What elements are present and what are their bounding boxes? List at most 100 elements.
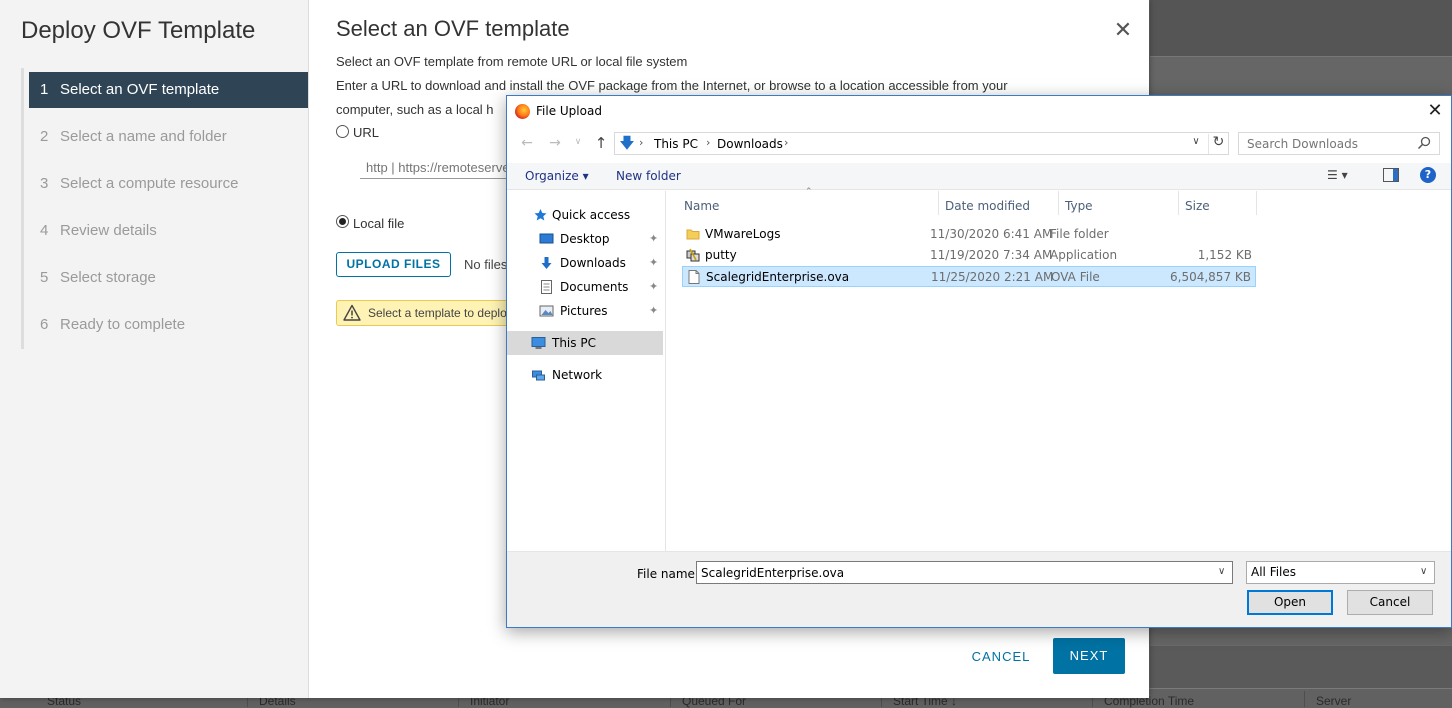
- recent-locations-icon[interactable]: ∨: [573, 137, 583, 151]
- next-button[interactable]: NEXT: [1053, 638, 1125, 674]
- step-label: Select a compute resource: [60, 175, 239, 192]
- dialog-footer: File name: ∨ All Files ∨ Open Cancel: [507, 551, 1451, 627]
- nav-pictures[interactable]: Pictures ✦: [507, 299, 663, 323]
- step-select-ovf-template[interactable]: 1 Select an OVF template: [29, 72, 308, 108]
- help-icon[interactable]: ?: [1420, 167, 1436, 183]
- nav-documents[interactable]: Documents ✦: [507, 275, 663, 299]
- nav-desktop[interactable]: Desktop ✦: [507, 227, 663, 251]
- back-arrow-icon[interactable]: ←: [517, 135, 537, 151]
- new-folder-button[interactable]: New folder: [616, 169, 681, 183]
- background-panel: [1150, 645, 1452, 688]
- step-select-storage[interactable]: 5 Select storage: [29, 260, 308, 296]
- dialog-titlebar[interactable]: File Upload ✕: [507, 96, 1451, 126]
- local-file-radio[interactable]: [336, 215, 349, 228]
- step-number: 3: [40, 175, 49, 192]
- step-ready-to-complete[interactable]: 6 Ready to complete: [29, 307, 308, 343]
- close-icon[interactable]: ✕: [1420, 100, 1450, 122]
- nav-this-pc[interactable]: This PC: [507, 331, 663, 355]
- column-size[interactable]: Size: [1185, 199, 1210, 213]
- step-select-compute-resource[interactable]: 3 Select a compute resource: [29, 166, 308, 202]
- chevron-down-icon[interactable]: ∨: [1189, 136, 1203, 152]
- firefox-icon: [515, 104, 530, 119]
- step-number: 1: [40, 81, 49, 98]
- intro-text: Select an OVF template from remote URL o…: [336, 54, 688, 69]
- file-name-input[interactable]: [696, 561, 1233, 584]
- organize-button[interactable]: Organize ▾: [525, 169, 589, 183]
- file-date: 11/30/2020 6:41 AM: [930, 227, 1053, 241]
- nav-label: Quick access: [552, 208, 631, 222]
- step-label: Select storage: [60, 269, 156, 286]
- step-label: Select an OVF template: [60, 81, 220, 98]
- navigation-pane: Quick access Desktop ✦ Downloads ✦ Docum…: [507, 191, 666, 551]
- steps-track: [21, 68, 24, 349]
- file-list: ⌃ Name Date modified Type Size VMwareLog…: [667, 187, 1451, 551]
- nav-quick-access[interactable]: Quick access: [507, 203, 663, 227]
- column-server[interactable]: Server: [1316, 694, 1351, 708]
- column-separator[interactable]: [1058, 191, 1059, 215]
- pin-icon: ✦: [649, 256, 659, 269]
- file-row[interactable]: ScalegridEnterprise.ova 11/25/2020 2:21 A…: [682, 266, 1256, 287]
- file-name: putty: [705, 248, 737, 262]
- step-number: 2: [40, 128, 49, 145]
- column-separator: [1304, 691, 1305, 707]
- column-name[interactable]: Name: [684, 199, 719, 213]
- document-icon: [541, 280, 552, 294]
- file-row[interactable]: putty 11/19/2020 7:34 AM Application 1,152 …: [682, 245, 1256, 266]
- dialog-toolbar: Organize ▾ New folder ☰ ▾ ?: [507, 163, 1451, 190]
- step-number: 6: [40, 316, 49, 333]
- file-type-select[interactable]: All Files: [1246, 561, 1435, 584]
- column-date-modified[interactable]: Date modified: [945, 199, 1030, 213]
- column-type[interactable]: Type: [1065, 199, 1093, 213]
- breadcrumb-separator-icon[interactable]: ›: [706, 136, 710, 149]
- step-select-name-folder[interactable]: 2 Select a name and folder: [29, 119, 308, 155]
- picture-icon: [539, 305, 554, 317]
- nav-label: Downloads: [560, 256, 626, 270]
- column-separator[interactable]: [1178, 191, 1179, 215]
- cancel-button[interactable]: Cancel: [1347, 590, 1433, 615]
- file-type: File folder: [1050, 227, 1109, 241]
- breadcrumb-downloads[interactable]: Downloads: [717, 137, 783, 151]
- step-label: Select a name and folder: [60, 128, 227, 145]
- url-radio-label[interactable]: URL: [353, 125, 379, 140]
- computer-icon: [531, 337, 546, 349]
- folder-icon: [686, 229, 700, 240]
- view-options-icon[interactable]: ☰ ▾: [1327, 168, 1361, 184]
- background-header: [1150, 0, 1452, 57]
- local-file-radio-label[interactable]: Local file: [353, 216, 404, 231]
- open-button[interactable]: Open: [1247, 590, 1333, 615]
- column-separator[interactable]: [1256, 191, 1257, 215]
- pin-icon: ✦: [649, 232, 659, 245]
- dialog-title: File Upload: [536, 104, 602, 118]
- forward-arrow-icon[interactable]: →: [545, 135, 565, 151]
- preview-pane-icon[interactable]: [1383, 168, 1399, 182]
- nav-downloads[interactable]: Downloads ✦: [507, 251, 663, 275]
- file-upload-dialog: File Upload ✕ ← → ∨ ↑ 🡇 › This PC › Down…: [506, 95, 1452, 628]
- file-row[interactable]: VMwareLogs 11/30/2020 6:41 AM File folder: [682, 224, 1256, 245]
- chevron-down-icon[interactable]: ∨: [1420, 566, 1427, 577]
- download-icon: [541, 257, 552, 269]
- step-review-details[interactable]: 4 Review details: [29, 213, 308, 249]
- search-input[interactable]: [1238, 132, 1440, 155]
- url-radio[interactable]: [336, 125, 349, 138]
- file-name: VMwareLogs: [705, 227, 781, 241]
- breadcrumb-this-pc[interactable]: This PC: [654, 137, 698, 151]
- close-icon[interactable]: ✕: [1113, 19, 1133, 41]
- column-separator[interactable]: [938, 191, 939, 215]
- url-input[interactable]: [360, 157, 520, 179]
- sort-ascending-icon: ⌃: [805, 187, 813, 197]
- nav-label: Pictures: [560, 304, 608, 318]
- upload-files-button[interactable]: UPLOAD FILES: [336, 252, 451, 277]
- pin-icon: ✦: [649, 280, 659, 293]
- nav-network[interactable]: Network: [507, 363, 663, 387]
- up-arrow-icon[interactable]: ↑: [591, 134, 611, 152]
- cancel-button[interactable]: CANCEL: [966, 647, 1036, 667]
- address-bar[interactable]: 🡇 › This PC › Downloads › ∨ ↻: [614, 132, 1229, 155]
- breadcrumb-separator-icon[interactable]: ›: [639, 136, 643, 149]
- breadcrumb-separator-icon[interactable]: ›: [784, 136, 788, 149]
- refresh-icon[interactable]: ↻: [1208, 134, 1228, 154]
- chevron-down-icon[interactable]: ∨: [1218, 566, 1225, 577]
- wizard-sidebar: Deploy OVF Template 1 Select an OVF templ…: [0, 0, 309, 698]
- search-icon[interactable]: [1417, 136, 1431, 150]
- file-date: 11/19/2020 7:34 AM: [930, 248, 1053, 262]
- file-type: Application: [1050, 248, 1118, 262]
